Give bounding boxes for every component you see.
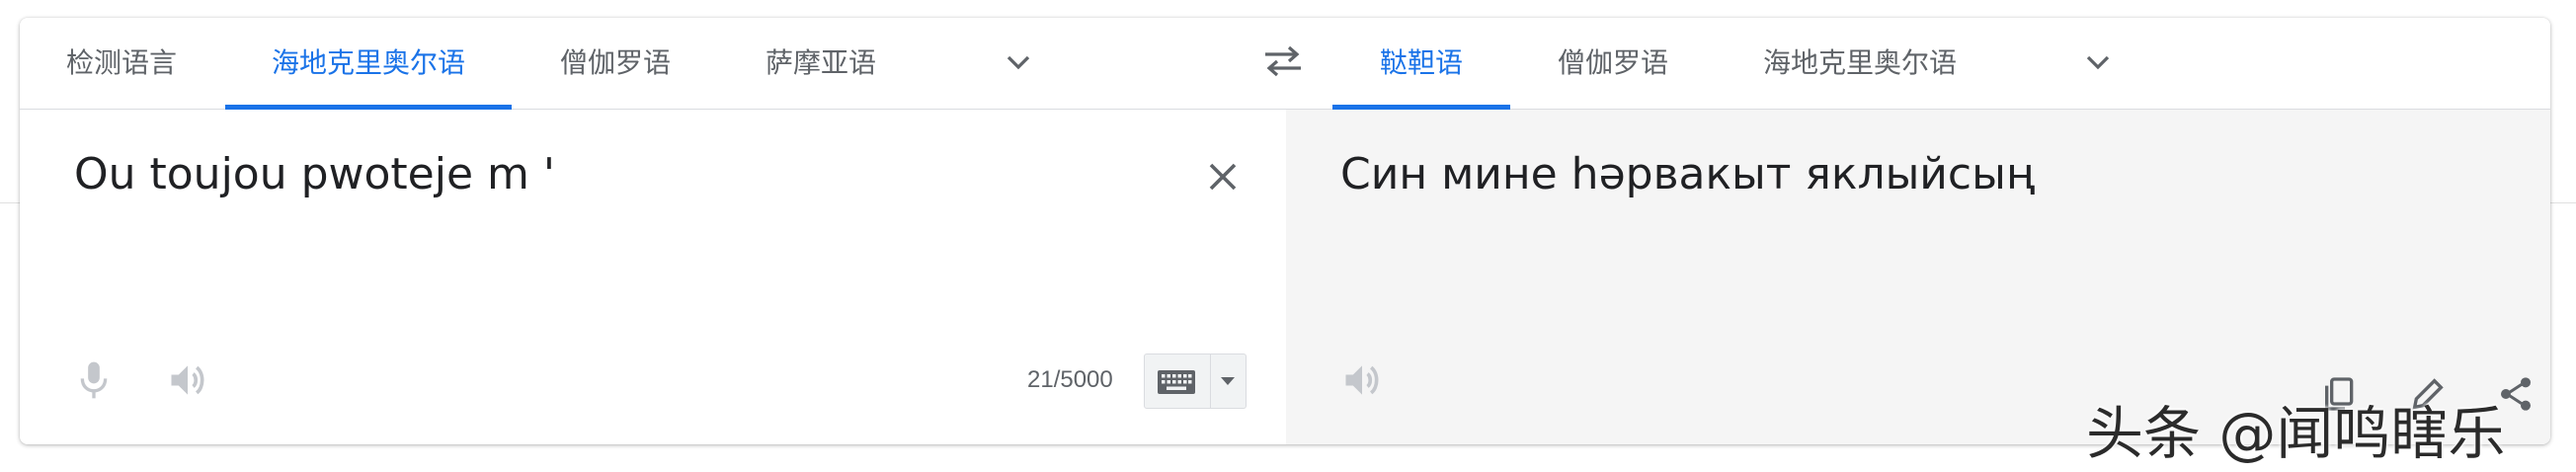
watermark-text: 头条 @闻鸣瞎乐 bbox=[2086, 400, 2506, 467]
tab-source-haitian-creole[interactable]: 海地克里奥尔语 bbox=[224, 18, 513, 110]
chevron-down-icon[interactable] bbox=[1004, 47, 1033, 77]
keyboard-divider bbox=[1210, 354, 1211, 408]
language-tab-bar: 检测语言 海地克里奥尔语 僧伽罗语 萨摩亚语 鞑靼语 僧伽罗语 海地克里奥尔语 bbox=[20, 18, 2550, 110]
tab-target-haitian-creole[interactable]: 海地克里奥尔语 bbox=[1763, 18, 1957, 109]
keyboard-button[interactable] bbox=[1144, 354, 1247, 409]
tab-target-sinhala[interactable]: 僧伽罗语 bbox=[1558, 18, 1668, 109]
source-text-input[interactable]: Ou toujou pwoteje m ' bbox=[74, 149, 1161, 199]
tab-detect-language[interactable]: 检测语言 bbox=[66, 18, 177, 109]
source-pane: Ou toujou pwoteje m ' 21/5000 bbox=[20, 110, 1286, 444]
tab-target-tatar[interactable]: 鞑靼语 bbox=[1331, 18, 1511, 110]
tab-source-samoan[interactable]: 萨摩亚语 bbox=[765, 18, 876, 109]
translation-output: Син мине һәрвакыт яклыйсың bbox=[1340, 149, 2035, 199]
microphone-icon[interactable] bbox=[74, 358, 114, 402]
swap-languages-icon[interactable] bbox=[1261, 43, 1305, 79]
speaker-icon[interactable] bbox=[166, 358, 209, 402]
translate-card: 检测语言 海地克里奥尔语 僧伽罗语 萨摩亚语 鞑靼语 僧伽罗语 海地克里奥尔语 … bbox=[20, 18, 2550, 444]
caret-down-icon[interactable] bbox=[1220, 375, 1236, 387]
tab-source-sinhala[interactable]: 僧伽罗语 bbox=[560, 18, 671, 109]
close-icon[interactable] bbox=[1205, 159, 1241, 195]
speaker-icon[interactable] bbox=[1340, 358, 1384, 402]
character-counter: 21/5000 bbox=[1027, 366, 1113, 393]
keyboard-icon bbox=[1158, 370, 1195, 394]
chevron-down-icon[interactable] bbox=[2083, 47, 2113, 77]
